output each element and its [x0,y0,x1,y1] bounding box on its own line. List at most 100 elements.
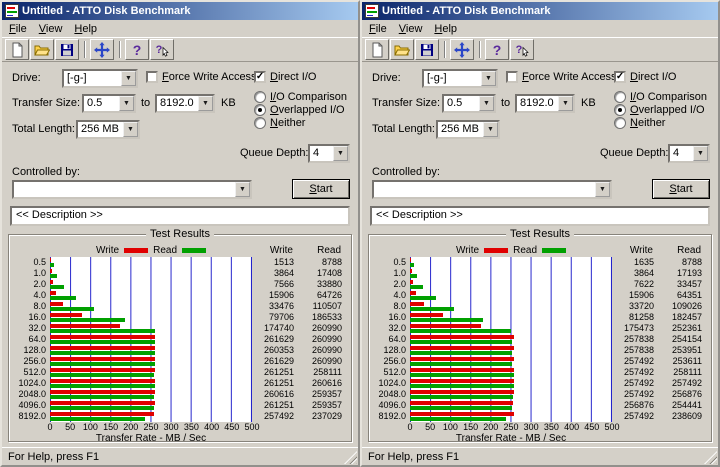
dropdown-arrow-icon[interactable]: ▼ [121,71,136,86]
dropdown-arrow-icon[interactable]: ▼ [333,146,348,161]
menu-help[interactable]: Help [68,22,103,36]
start-button[interactable]: Start [292,179,350,199]
save-button[interactable] [55,39,79,60]
start-button[interactable]: Start [652,179,710,199]
dropdown-arrow-icon[interactable]: ▼ [235,182,250,197]
dropdown-arrow-icon[interactable]: ▼ [595,182,610,197]
resize-grip[interactable] [704,451,717,464]
radio-io-comparison[interactable]: I/O Comparison [254,91,347,103]
dropdown-arrow-icon[interactable]: ▼ [119,96,134,111]
write-value: 260353 [263,345,294,355]
checkbox-box[interactable]: ✓ [146,71,158,83]
x-tick-label: 300 [163,422,179,432]
menu-file[interactable]: File [363,22,393,36]
direct-io-checkbox[interactable]: ✓ Direct I/O [614,71,676,83]
total-length-select[interactable]: 256 MB ▼ [436,120,500,139]
drive-select[interactable]: [-g-] ▼ [422,69,498,88]
radio-neither[interactable]: Neither [254,117,305,129]
menu-view[interactable]: View [393,22,429,36]
dropdown-arrow-icon[interactable]: ▼ [481,71,496,86]
title-bar[interactable]: Untitled - ATTO Disk Benchmark [362,2,718,20]
radio-button[interactable] [614,91,626,103]
write-value: 257838 [623,345,654,355]
help-button[interactable]: ? [485,39,509,60]
read-bar [410,263,414,267]
new-file-icon [12,42,23,57]
radio-overlapped-io[interactable]: Overlapped I/O [614,104,705,116]
svg-text:?: ? [516,44,523,56]
read-bar [50,263,54,267]
status-text: For Help, press F1 [368,450,460,463]
app-icon [5,4,19,18]
dropdown-arrow-icon[interactable]: ▼ [558,96,573,111]
radio-button[interactable] [614,117,626,129]
y-axis-label: 8192.0 [18,411,46,421]
checkbox-box[interactable]: ✓ [614,71,626,83]
drive-select[interactable]: [-g-] ▼ [62,69,138,88]
checkbox-box[interactable]: ✓ [254,71,266,83]
write-value: 257492 [623,356,654,366]
dropdown-arrow-icon[interactable]: ▼ [479,96,494,111]
menu-help[interactable]: Help [428,22,463,36]
force-write-access-checkbox[interactable]: ✓ Force Write Access [506,71,617,83]
open-folder-button[interactable] [30,39,54,60]
x-axis-label: Transfer Rate - MB / Sec [95,433,207,444]
save-button[interactable] [415,39,439,60]
read-bar [50,318,125,322]
transfer-size-from-select[interactable]: 0.5 ▼ [442,94,496,113]
transfer-size-from-select[interactable]: 0.5 ▼ [82,94,136,113]
transfer-size-to-select[interactable]: 8192.0 ▼ [515,94,575,113]
move-tool-button[interactable] [90,39,114,60]
radio-button[interactable] [254,91,266,103]
description-box[interactable]: << Description >> [370,206,710,226]
read-value: 110507 [312,301,342,311]
read-bar [410,351,513,355]
open-folder-button[interactable] [390,39,414,60]
toolbar-separator [479,41,481,58]
queue-depth-select[interactable]: 4 ▼ [668,144,710,163]
description-box[interactable]: << Description >> [10,206,350,226]
new-file-button[interactable] [5,39,29,60]
context-help-button[interactable]: ? [150,39,174,60]
queue-depth-select[interactable]: 4 ▼ [308,144,350,163]
total-length-label: Total Length: [372,123,435,135]
neither-label: Neither [630,117,666,129]
x-tick-label: 200 [483,422,499,432]
read-values-column: 8788 17408 33880 64726 110507 186533 260990 260… [300,257,348,422]
y-axis-label: 8192.0 [378,411,406,421]
move-tool-button[interactable] [450,39,474,60]
menu-file[interactable]: File [3,22,33,36]
help-button[interactable]: ? [125,39,149,60]
controlled-by-select[interactable]: ▼ [372,180,612,199]
menu-view[interactable]: View [33,22,69,36]
dropdown-arrow-icon[interactable]: ▼ [198,96,213,111]
write-value: 257492 [263,411,294,421]
dropdown-arrow-icon[interactable]: ▼ [123,122,138,137]
radio-overlapped-io[interactable]: Overlapped I/O [254,104,345,116]
read-bar [50,373,154,377]
radio-button[interactable] [254,104,266,116]
queue-depth-value: 4 [673,147,680,159]
controlled-by-select[interactable]: ▼ [12,180,252,199]
force-write-access-checkbox[interactable]: ✓ Force Write Access [146,71,257,83]
checkbox-box[interactable]: ✓ [506,71,518,83]
transfer-size-to-select[interactable]: 8192.0 ▼ [155,94,215,113]
chart-row [410,356,611,367]
resize-grip[interactable] [344,451,357,464]
read-bar [410,395,514,399]
total-length-select[interactable]: 256 MB ▼ [76,120,140,139]
chart-row [50,334,251,345]
dropdown-arrow-icon[interactable]: ▼ [483,122,498,137]
radio-button[interactable] [254,117,266,129]
dropdown-arrow-icon[interactable]: ▼ [693,146,708,161]
toolbar-separator [84,41,86,58]
chart-row [410,257,611,268]
context-help-button[interactable]: ? [510,39,534,60]
title-bar[interactable]: Untitled - ATTO Disk Benchmark [2,2,358,20]
chart-row [50,400,251,411]
new-file-button[interactable] [365,39,389,60]
direct-io-checkbox[interactable]: ✓ Direct I/O [254,71,316,83]
radio-io-comparison[interactable]: I/O Comparison [614,91,707,103]
radio-neither[interactable]: Neither [614,117,665,129]
radio-button[interactable] [614,104,626,116]
